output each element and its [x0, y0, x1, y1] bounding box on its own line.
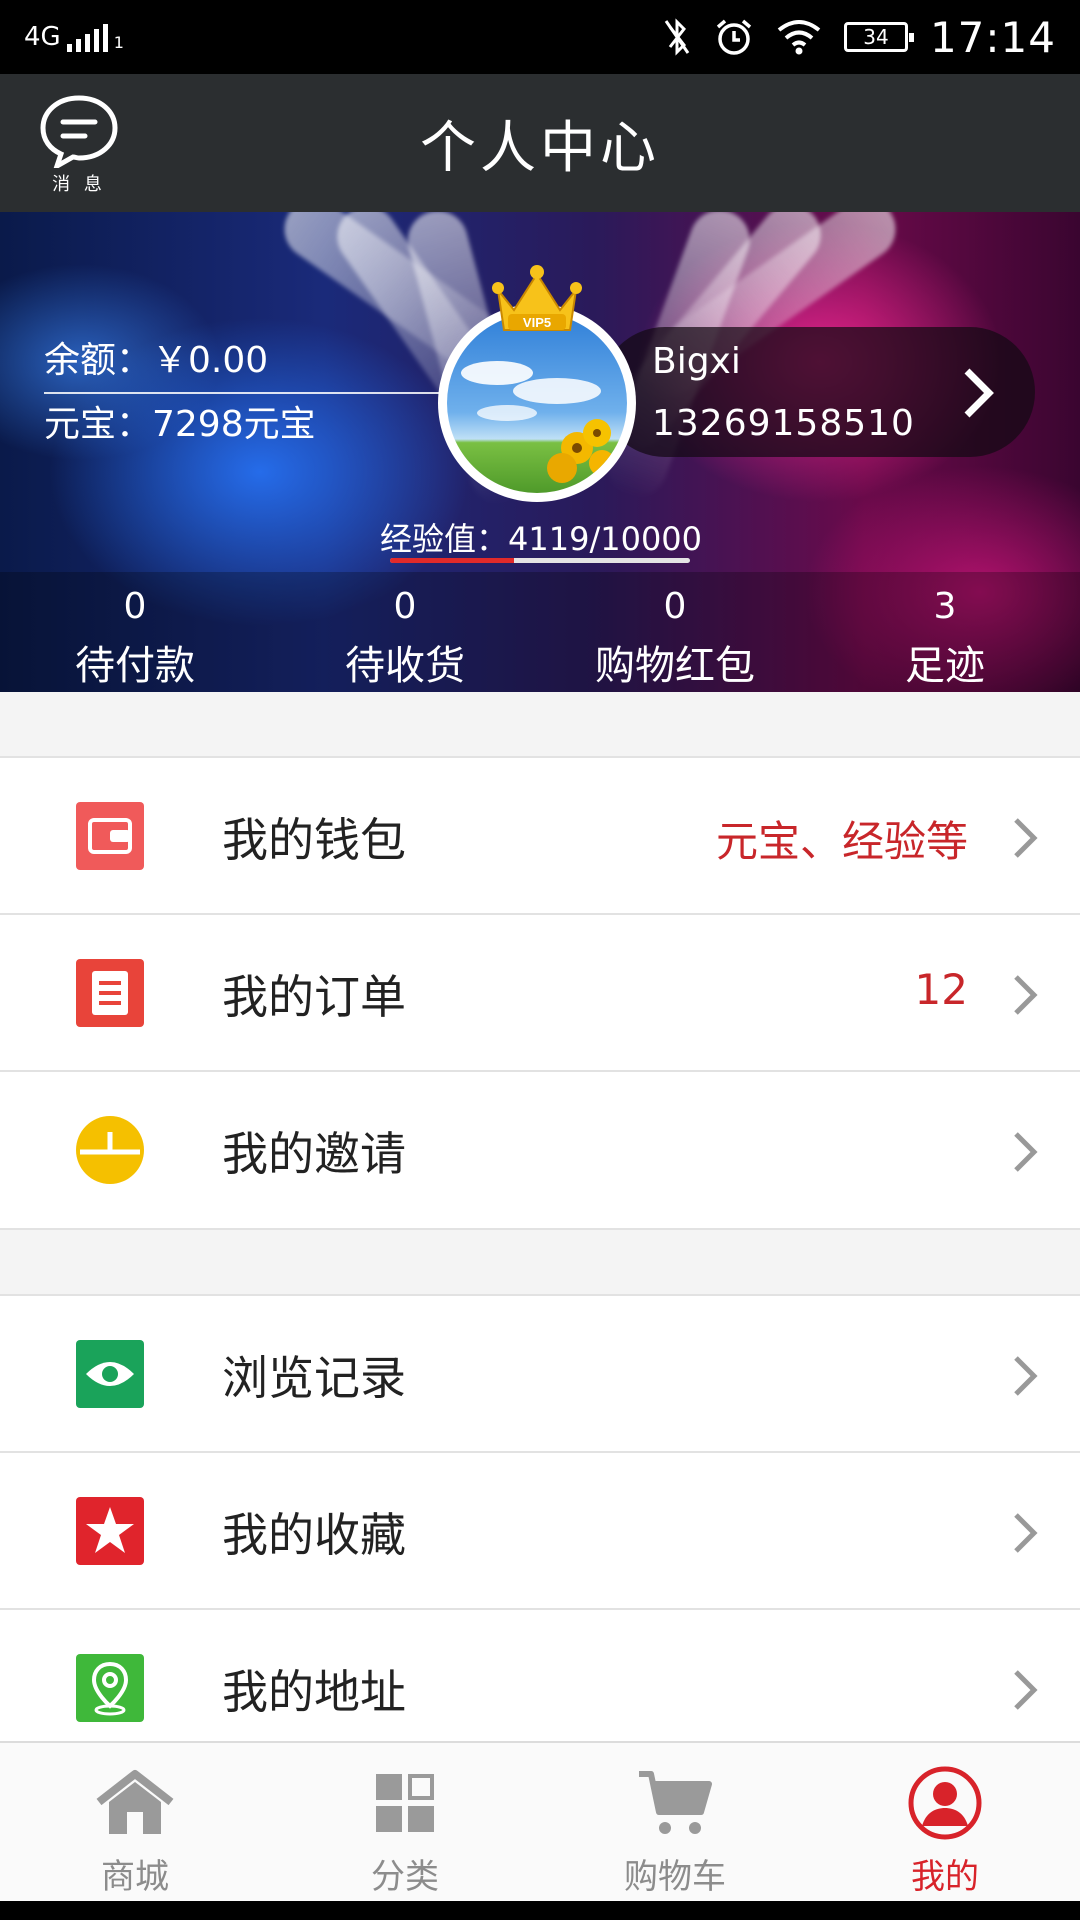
network-type: 4G [24, 22, 61, 52]
profile-icon [908, 1766, 982, 1840]
cart-icon [639, 1771, 712, 1834]
menu-label: 我的收藏 [222, 1508, 406, 1562]
vip-badge: VIP5 [523, 315, 551, 330]
chevron-right-icon [1014, 1670, 1038, 1710]
nav-tab-profile[interactable]: 我的 [810, 1743, 1080, 1901]
menu-label: 浏览记录 [222, 1351, 406, 1405]
order-stats: 0 待付款 0 待收货 0 购物红包 3 足迹 [0, 572, 1080, 692]
location-icon [76, 1654, 144, 1722]
nav-tab-cart[interactable]: 购物车 [540, 1743, 810, 1901]
chevron-right-icon [1014, 818, 1038, 858]
chevron-right-icon [964, 368, 994, 418]
screen: 4G 1 34 17:14 消 息 个人中心 余额：￥0.00 元宝：7298元… [0, 0, 1080, 1920]
exp-progress-fill [390, 558, 514, 563]
menu-item-favorites[interactable]: 我的收藏 [0, 1453, 1080, 1610]
profile-banner: 余额：￥0.00 元宝：7298元宝 Bigxi 13269158510 VIP… [0, 212, 1080, 692]
messages-button[interactable]: 消 息 [34, 92, 124, 198]
balance-box: 余额：￥0.00 元宝：7298元宝 [44, 330, 440, 456]
message-icon [40, 95, 118, 168]
username: Bigxi [652, 341, 741, 382]
wallet-icon [76, 802, 144, 870]
alarm-icon [716, 19, 752, 55]
menu-group-account: 我的钱包 元宝、经验等 我的订单 12 我的邀请 [0, 758, 1080, 1229]
menu-label: 我的订单 [222, 970, 406, 1024]
menu-hint: 元宝、经验等 [715, 817, 968, 866]
chevron-right-icon [1014, 975, 1038, 1015]
stat-pending-receipt[interactable]: 0 待收货 [270, 572, 540, 692]
menu-item-orders[interactable]: 我的订单 12 [0, 915, 1080, 1072]
bluetooth-icon [664, 18, 690, 56]
chevron-right-icon [1014, 1513, 1038, 1553]
balance-text: 余额：￥0.00 [44, 340, 269, 381]
signal-indicator: 4G 1 [24, 22, 124, 52]
status-bar: 4G 1 34 17:14 [0, 0, 1080, 74]
stat-value: 0 [123, 586, 147, 627]
stat-red-packets[interactable]: 0 购物红包 [540, 572, 810, 692]
vip-crown-icon: VIP5 [492, 265, 582, 331]
yuanbao-text: 元宝：7298元宝 [44, 404, 316, 445]
user-info-button[interactable]: Bigxi 13269158510 [600, 327, 1035, 457]
nav-tab-category[interactable]: 分类 [270, 1743, 540, 1901]
menu-label: 我的邀请 [222, 1127, 406, 1181]
menu-item-history[interactable]: 浏览记录 [0, 1296, 1080, 1453]
page-title: 个人中心 [420, 115, 660, 181]
user-phone: 13269158510 [652, 403, 915, 444]
messages-label: 消 息 [52, 174, 106, 195]
nav-label: 分类 [371, 1857, 439, 1897]
stat-value: 3 [933, 586, 957, 627]
home-icon [96, 1770, 174, 1834]
avatar-landscape-icon [461, 361, 615, 483]
system-nav-strip [0, 1901, 1080, 1920]
nav-label: 商城 [101, 1857, 169, 1897]
stat-label: 足迹 [905, 643, 985, 689]
menu-label: 我的钱包 [222, 813, 406, 867]
stat-label: 待收货 [345, 643, 465, 689]
menu-item-invite[interactable]: 我的邀请 [0, 1072, 1080, 1229]
stat-footprints[interactable]: 3 足迹 [810, 572, 1080, 692]
nav-label: 我的 [911, 1857, 979, 1897]
avatar-image [447, 313, 627, 493]
wifi-icon [777, 20, 821, 55]
divider [0, 1228, 1080, 1230]
sim-slot: 1 [113, 33, 124, 52]
stat-value: 0 [663, 586, 687, 627]
stat-label: 待付款 [75, 643, 195, 689]
invite-icon [76, 1116, 144, 1184]
app-header: 消 息 个人中心 [0, 74, 1080, 212]
exp-progress-bar [390, 558, 690, 563]
stat-pending-payment[interactable]: 0 待付款 [0, 572, 270, 692]
bottom-nav: 商城 分类 购物车 我的 [0, 1741, 1080, 1901]
nav-label: 购物车 [624, 1857, 726, 1897]
menu-item-wallet[interactable]: 我的钱包 元宝、经验等 [0, 758, 1080, 915]
eye-icon [76, 1340, 144, 1408]
menu-label: 我的地址 [222, 1665, 406, 1719]
order-count-badge: 12 [914, 965, 968, 1014]
exp-text: 经验值：4119/10000 [380, 520, 703, 558]
signal-icon [66, 24, 108, 52]
battery-level: 34 [863, 25, 889, 49]
star-icon [76, 1497, 144, 1565]
battery-icon: 34 [843, 22, 914, 52]
category-icon [376, 1774, 434, 1832]
chevron-right-icon [1014, 1356, 1038, 1396]
menu-group-activity: 浏览记录 我的收藏 我的地址 [0, 1296, 1080, 1767]
stat-value: 0 [393, 586, 417, 627]
stat-label: 购物红包 [595, 643, 755, 689]
nav-tab-home[interactable]: 商城 [0, 1743, 270, 1901]
chevron-right-icon [1014, 1132, 1038, 1172]
clock: 17:14 [929, 12, 1056, 62]
order-icon [76, 959, 144, 1027]
